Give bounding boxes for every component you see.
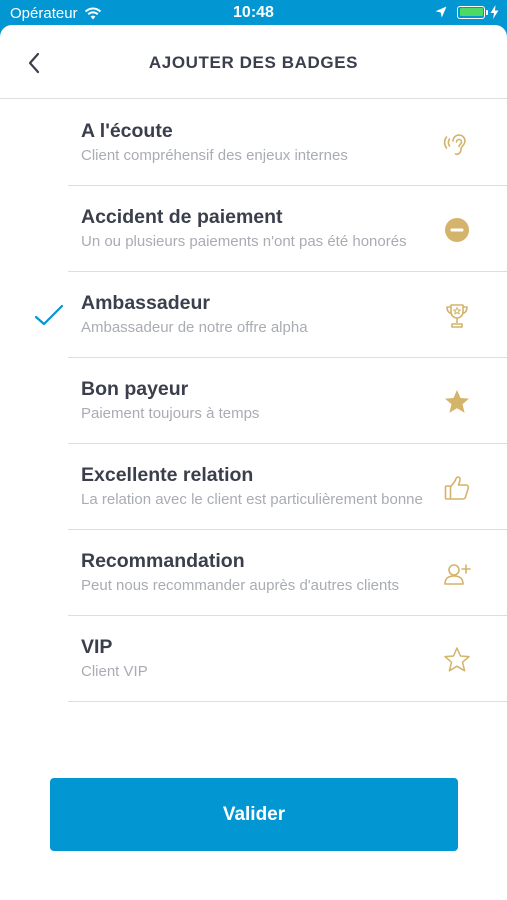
badge-row-bon-payeur[interactable]: Bon payeur Paiement toujours à temps bbox=[0, 358, 507, 444]
status-bar: Opérateur 10:48 bbox=[0, 0, 507, 28]
badge-subtitle: Paiement toujours à temps bbox=[81, 405, 260, 422]
page-title: AJOUTER DES BADGES bbox=[148, 53, 359, 72]
star-filled-icon bbox=[442, 387, 472, 417]
row-divider bbox=[68, 701, 507, 702]
badge-row-accident-de-paiement[interactable]: Accident de paiement Un ou plusieurs pai… bbox=[0, 186, 507, 272]
badge-title: Ambassadeur bbox=[81, 292, 210, 314]
battery-icon bbox=[457, 5, 488, 19]
star-outline-icon bbox=[442, 645, 472, 675]
badge-row-excellente-relation[interactable]: Excellente relation La relation avec le … bbox=[0, 444, 507, 530]
badge-title: Bon payeur bbox=[81, 378, 189, 400]
badge-row-ambassadeur[interactable]: Ambassadeur Ambassadeur de notre offre a… bbox=[0, 272, 507, 358]
badge-row-a-l-ecoute[interactable]: A l'écoute Client compréhensif des enjeu… bbox=[0, 100, 507, 186]
badge-subtitle: Client VIP bbox=[81, 663, 148, 680]
badge-list: A l'écoute Client compréhensif des enjeu… bbox=[0, 100, 507, 702]
status-time: 10:48 bbox=[233, 4, 274, 21]
location-arrow-icon bbox=[435, 6, 447, 18]
badge-row-vip[interactable]: VIP Client VIP bbox=[0, 616, 507, 702]
add-user-icon bbox=[442, 559, 472, 589]
badge-title: Accident de paiement bbox=[81, 206, 283, 228]
badge-title: Excellente relation bbox=[81, 464, 254, 486]
badge-subtitle: Ambassadeur de notre offre alpha bbox=[81, 319, 308, 336]
modal-sheet: AJOUTER DES BADGES A l'écoute Client com… bbox=[0, 25, 507, 900]
ear-icon bbox=[442, 129, 472, 159]
validate-button[interactable]: Valider bbox=[50, 778, 458, 851]
status-right bbox=[435, 5, 499, 19]
badge-subtitle: La relation avec le client est particuli… bbox=[81, 491, 423, 508]
navigation-bar: AJOUTER DES BADGES bbox=[0, 25, 507, 99]
badge-row-recommandation[interactable]: Recommandation Peut nous recommander aup… bbox=[0, 530, 507, 616]
charging-bolt-icon bbox=[490, 5, 499, 19]
badge-title: Recommandation bbox=[81, 550, 245, 572]
trophy-icon bbox=[442, 301, 472, 331]
badge-title: A l'écoute bbox=[81, 120, 173, 142]
badge-title: VIP bbox=[81, 636, 113, 658]
checkmark-icon bbox=[34, 304, 64, 326]
minus-circle-icon bbox=[442, 215, 472, 245]
badge-subtitle: Un ou plusieurs paiements n'ont pas été … bbox=[81, 233, 407, 250]
badge-subtitle: Peut nous recommander auprès d'autres cl… bbox=[81, 577, 400, 594]
badge-subtitle: Client compréhensif des enjeux internes bbox=[81, 147, 348, 164]
thumbs-up-icon bbox=[442, 473, 472, 503]
